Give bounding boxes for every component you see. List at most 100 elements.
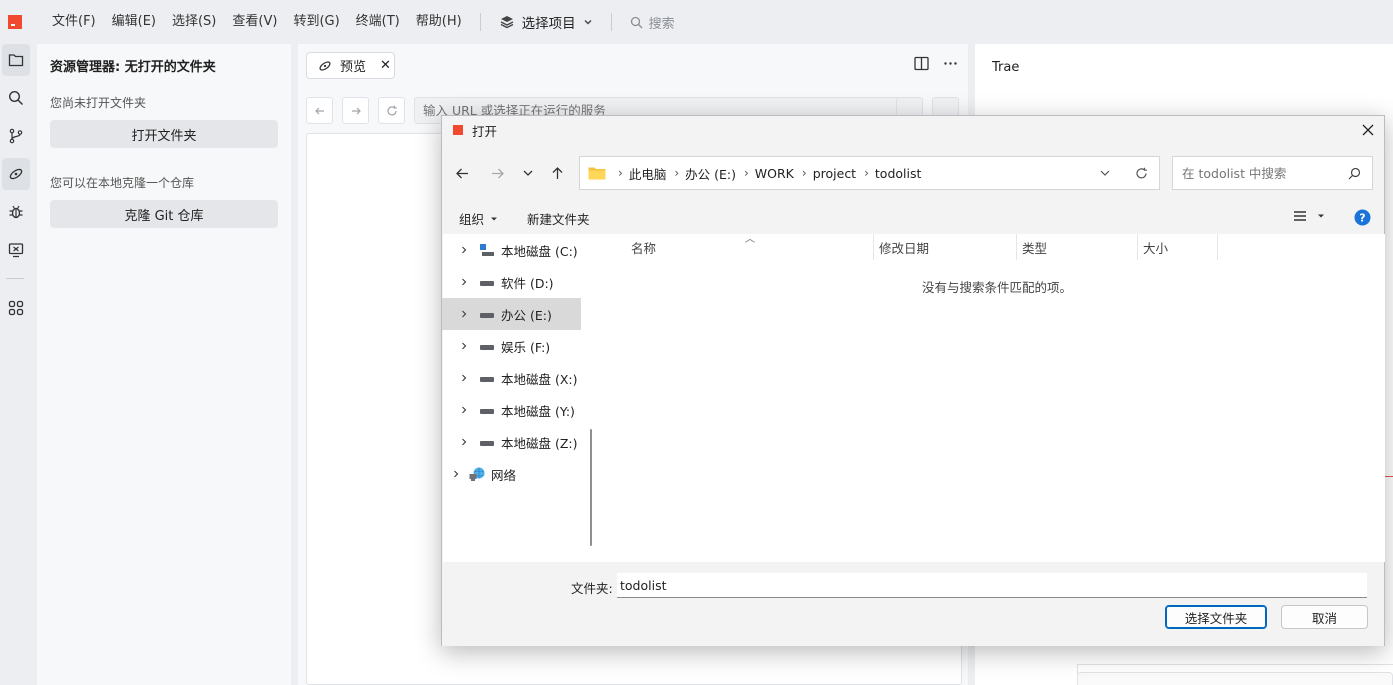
empty-results-message: 没有与搜索条件匹配的项。 <box>922 280 1073 295</box>
menu-file[interactable]: 文件(F) <box>44 0 104 44</box>
drive-icon <box>480 280 494 286</box>
address-bar[interactable]: › 此电脑 › 办公 (E:) › WORK › project › todol… <box>579 156 1160 190</box>
chevron-right-icon[interactable] <box>459 277 471 287</box>
tab-preview[interactable]: 预览 ✕ <box>306 52 395 79</box>
select-folder-button[interactable]: 选择文件夹 <box>1165 605 1267 629</box>
remote-activity-button[interactable] <box>2 158 30 190</box>
menu-divider <box>479 13 481 31</box>
nav-item-drive-e[interactable]: 办公 (E:) <box>442 298 581 330</box>
chevron-right-icon[interactable] <box>459 309 471 319</box>
more-actions-icon[interactable] <box>943 56 958 71</box>
list-view-icon <box>1293 210 1307 222</box>
dialog-back-button[interactable] <box>453 164 471 182</box>
reload-button[interactable] <box>378 97 405 124</box>
nav-item-drive-c[interactable]: 本地磁盘 (C:) <box>442 234 581 266</box>
organize-label: 组织 <box>459 212 485 227</box>
nav-item-label: 本地磁盘 (Z:) <box>501 435 578 451</box>
svg-text:?: ? <box>1359 212 1365 225</box>
chevron-right-icon[interactable] <box>459 405 471 415</box>
link-icon <box>318 59 332 73</box>
nav-item-label: 办公 (E:) <box>501 307 552 323</box>
chevron-right-icon[interactable] <box>459 245 471 255</box>
menu-selection[interactable]: 选择(S) <box>164 0 224 44</box>
chevron-right-icon[interactable] <box>459 437 471 447</box>
nav-item-label: 网络 <box>491 467 517 483</box>
command-search[interactable]: 搜索 <box>622 13 675 32</box>
breadcrumb-this-pc[interactable]: 此电脑 <box>629 164 667 183</box>
extensions-activity-button[interactable] <box>2 292 30 324</box>
split-editor-icon[interactable] <box>914 56 929 71</box>
cancel-button[interactable]: 取消 <box>1281 605 1368 629</box>
drive-icon <box>480 376 494 382</box>
explorer-title: 资源管理器: 无打开的文件夹 <box>50 60 216 75</box>
refresh-icon[interactable] <box>1135 167 1148 180</box>
explorer-activity-button[interactable] <box>2 44 30 76</box>
breadcrumb-separator: › <box>864 166 869 180</box>
column-header-modified[interactable]: 修改日期 <box>879 238 929 257</box>
nav-item-drive-d[interactable]: 软件 (D:) <box>442 266 581 298</box>
help-icon[interactable]: ? <box>1354 209 1371 226</box>
dialog-titlebar: 打开 <box>442 116 1384 144</box>
column-header-name[interactable]: 名称 <box>631 238 656 257</box>
link-icon <box>8 166 24 182</box>
new-folder-button[interactable]: 新建文件夹 <box>527 209 590 228</box>
up-one-level-button[interactable] <box>548 164 566 182</box>
clone-git-repo-button[interactable]: 克隆 Git 仓库 <box>50 200 278 228</box>
caret-down-icon <box>1317 212 1325 220</box>
breadcrumb-todolist[interactable]: todolist <box>875 166 922 181</box>
extensions-icon <box>8 300 24 316</box>
breadcrumb-project[interactable]: project <box>813 166 856 181</box>
nav-item-drive-x[interactable]: 本地磁盘 (X:) <box>442 362 581 394</box>
drive-icon <box>480 408 494 414</box>
nav-item-drive-y[interactable]: 本地磁盘 (Y:) <box>442 394 581 426</box>
column-divider[interactable] <box>1217 234 1218 260</box>
dialog-forward-button[interactable] <box>488 164 506 182</box>
close-icon[interactable]: ✕ <box>380 58 391 73</box>
breadcrumb-work[interactable]: WORK <box>755 166 794 181</box>
trae-logo-icon <box>8 15 22 29</box>
search-activity-button[interactable] <box>2 82 30 114</box>
column-header-size[interactable]: 大小 <box>1143 238 1168 257</box>
menu-edit[interactable]: 编辑(E) <box>104 0 164 44</box>
menu-go[interactable]: 转到(G) <box>285 0 347 44</box>
forward-button[interactable] <box>342 97 369 124</box>
view-options-button[interactable] <box>1293 210 1325 222</box>
nav-item-drive-z[interactable]: 本地磁盘 (Z:) <box>442 426 581 458</box>
remote-explorer-activity-button[interactable] <box>2 234 30 266</box>
search-icon <box>8 90 24 106</box>
folder-name-field[interactable] <box>617 573 1367 598</box>
folder-search-input[interactable] <box>1172 156 1373 190</box>
explorer-panel: 资源管理器: 无打开的文件夹 您尚未打开文件夹 打开文件夹 您可以在本地克隆一个… <box>37 44 291 685</box>
source-control-icon <box>8 128 24 144</box>
chevron-right-icon[interactable] <box>459 341 471 351</box>
close-icon[interactable] <box>1360 122 1376 138</box>
chevron-down-icon[interactable] <box>1099 167 1111 179</box>
chevron-right-icon[interactable] <box>451 469 463 479</box>
column-header-type[interactable]: 类型 <box>1022 238 1047 257</box>
open-folder-button[interactable]: 打开文件夹 <box>50 120 278 148</box>
column-divider[interactable] <box>1137 234 1138 260</box>
breadcrumb-drive-e[interactable]: 办公 (E:) <box>685 164 736 183</box>
source-control-activity-button[interactable] <box>2 120 30 152</box>
tab-preview-label: 预览 <box>340 60 367 75</box>
recent-locations-button[interactable] <box>519 164 537 182</box>
organize-menu-button[interactable]: 组织 <box>459 209 498 228</box>
chevron-right-icon[interactable] <box>459 373 471 383</box>
debug-activity-button[interactable] <box>2 196 30 228</box>
nav-item-drive-f[interactable]: 娱乐 (F:) <box>442 330 581 362</box>
bug-icon <box>8 204 24 220</box>
search-placeholder: 搜索 <box>648 16 675 32</box>
chevron-down-icon <box>583 17 593 27</box>
menu-view[interactable]: 查看(V) <box>224 0 285 44</box>
activity-divider <box>6 278 24 279</box>
nav-item-network[interactable]: 网络 <box>442 458 581 490</box>
search-icon[interactable] <box>1348 167 1361 180</box>
project-select[interactable]: 选择项目 <box>491 12 601 32</box>
column-divider[interactable] <box>1016 234 1017 260</box>
folder-icon <box>588 166 606 180</box>
menu-terminal[interactable]: 终端(T) <box>348 0 408 44</box>
back-button[interactable] <box>306 97 333 124</box>
nav-scrollbar-thumb[interactable] <box>590 429 592 546</box>
column-divider[interactable] <box>873 234 874 260</box>
menu-help[interactable]: 帮助(H) <box>408 0 470 44</box>
